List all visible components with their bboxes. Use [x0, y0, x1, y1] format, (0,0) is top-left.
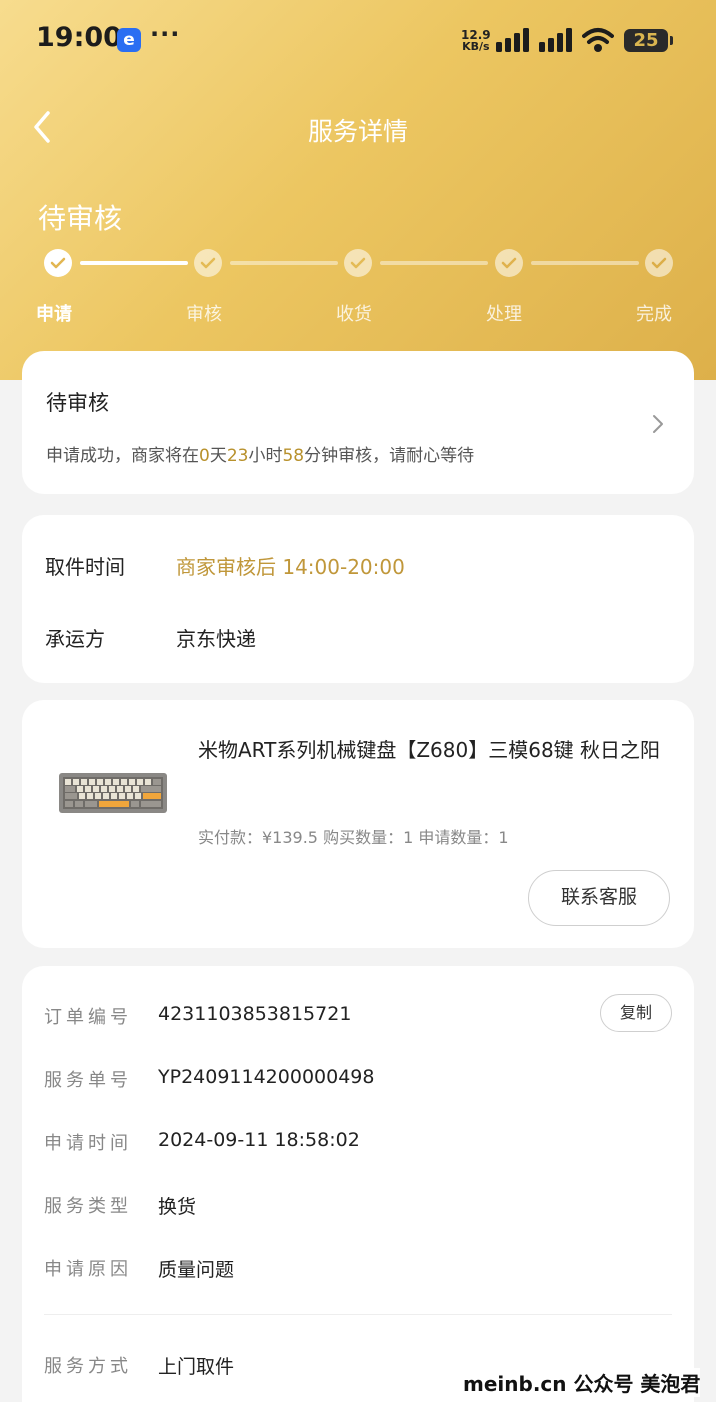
- countdown-minutes: 58: [282, 446, 305, 466]
- network-speed-unit: KB/s: [462, 40, 490, 53]
- divider: [44, 1314, 672, 1315]
- step-check-icon: [194, 249, 222, 277]
- review-status-title: 待审核: [46, 391, 109, 415]
- step-label: 完成: [636, 304, 672, 325]
- carrier-label: 承运方: [45, 627, 105, 651]
- more-notifications-icon: ···: [150, 20, 181, 48]
- browser-app-icon: e: [117, 28, 141, 52]
- product-payment-meta: 实付款：¥139.5 购买数量：1 申请数量：1: [198, 828, 509, 847]
- step-connector: [80, 261, 188, 265]
- countdown-days: 0: [199, 446, 210, 466]
- apply-reason-value: 质量问题: [158, 1259, 235, 1281]
- network-speed: 12.9 KB/s: [461, 29, 491, 53]
- signal-icon: [539, 28, 572, 52]
- carrier-value: 京东快递: [176, 627, 256, 651]
- order-number-label: 订单编号: [44, 1007, 132, 1028]
- service-type-value: 换货: [158, 1196, 197, 1218]
- service-info-card: 订单编号 4231103853815721 复制 服务单号 YP24091142…: [22, 966, 694, 1402]
- countdown-days-unit: 天: [209, 446, 227, 466]
- step-connector: [531, 261, 639, 265]
- step-check-icon: [344, 249, 372, 277]
- copy-button[interactable]: 复制: [600, 994, 672, 1032]
- page-title: 服务详情: [307, 117, 408, 146]
- watermark: meinb.cn 公众号 美泡君: [463, 1368, 701, 1397]
- step-connector: [230, 261, 338, 265]
- service-number-value: YP2409114200000498: [158, 1066, 375, 1088]
- apply-time-value: 2024-09-11 18:58:02: [158, 1129, 360, 1151]
- countdown-hours: 23: [226, 446, 249, 466]
- signal-icon: [496, 28, 529, 52]
- battery-icon: 25: [624, 29, 673, 52]
- countdown-hours-unit: 小时: [248, 446, 283, 466]
- apply-time-label: 申请时间: [44, 1133, 132, 1154]
- step-label: 申请: [36, 304, 72, 325]
- review-desc-prefix: 申请成功，商家将在: [46, 446, 199, 466]
- step-label: 收货: [336, 304, 372, 325]
- product-name: 米物ART系列机械键盘【Z680】三模68键 秋日之阳: [198, 738, 661, 762]
- contact-support-button[interactable]: 联系客服: [528, 870, 670, 926]
- review-countdown-text: 申请成功，商家将在0天23小时58分钟审核，请耐心等待: [46, 441, 474, 466]
- review-status-card[interactable]: 待审核 申请成功，商家将在0天23小时58分钟审核，请耐心等待: [22, 351, 694, 494]
- order-number-value: 4231103853815721: [158, 1003, 352, 1025]
- product-image: [59, 773, 167, 813]
- step-label: 处理: [486, 304, 522, 325]
- step-label: 审核: [186, 304, 222, 325]
- service-type-label: 服务类型: [44, 1196, 132, 1217]
- pickup-info-card: 取件时间 商家审核后 14:00-20:00 承运方 京东快递: [22, 515, 694, 683]
- apply-reason-label: 申请原因: [44, 1259, 132, 1280]
- step-check-icon: [44, 249, 72, 277]
- status-time: 19:00: [36, 22, 122, 53]
- step-check-icon: [495, 249, 523, 277]
- service-method-value: 上门取件: [158, 1356, 235, 1378]
- status-bar: 19:00 e ··· 12.9 KB/s 25: [0, 0, 716, 80]
- progress-stepper: 申请 审核 收货 处理 完成: [0, 245, 716, 325]
- wifi-icon: [582, 28, 614, 52]
- review-desc-suffix: 分钟审核，请耐心等待: [304, 446, 475, 466]
- service-status-heading: 待审核: [38, 202, 123, 235]
- product-card: 米物ART系列机械键盘【Z680】三模68键 秋日之阳 实付款：¥139.5 购…: [22, 700, 694, 948]
- chevron-right-icon: [653, 415, 663, 433]
- pickup-time-value: 商家审核后 14:00-20:00: [176, 555, 405, 579]
- pickup-time-label: 取件时间: [45, 555, 125, 579]
- step-check-icon: [645, 249, 673, 277]
- step-connector: [380, 261, 488, 265]
- service-number-label: 服务单号: [44, 1070, 132, 1091]
- service-method-label: 服务方式: [44, 1356, 132, 1377]
